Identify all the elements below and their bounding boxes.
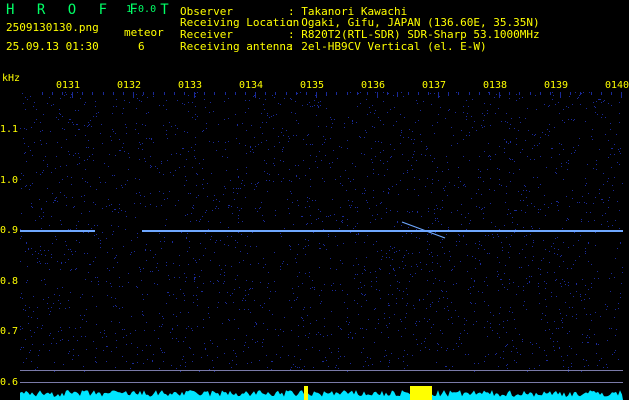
x-minor-tick: [458, 92, 459, 95]
y-tick-0.8: 0.8: [0, 275, 19, 287]
x-minor-tick: [296, 92, 297, 95]
x-minor-tick: [174, 92, 175, 95]
spectrogram-svg: [20, 92, 623, 400]
x-tick-0138: 0138: [483, 80, 508, 91]
x-minor-tick: [103, 92, 104, 95]
x-minor-tick: [316, 92, 317, 98]
x-minor-tick: [408, 92, 409, 95]
x-minor-tick: [560, 92, 561, 98]
x-minor-tick: [347, 92, 348, 95]
x-minor-tick: [113, 92, 114, 95]
x-tick-0136: 0136: [361, 80, 386, 91]
y-tick-1.1: 1.1: [0, 124, 19, 135]
field-location-value: : Ogaki, Gifu, JAPAN (136.60E, 35.35N): [288, 16, 540, 29]
x-minor-tick: [235, 92, 236, 95]
x-tick-0135: 0135: [300, 80, 325, 91]
x-minor-tick: [397, 92, 398, 95]
field-receiver-value: : R820T2(RTL-SDR) SDR-Sharp 53.1000MHz: [288, 28, 540, 41]
x-minor-tick: [286, 92, 287, 95]
x-minor-tick: [265, 92, 266, 95]
x-tick-0134: 0134: [239, 80, 264, 91]
event-count: 6: [138, 40, 145, 53]
spectrogram: [20, 92, 623, 400]
x-minor-tick: [519, 92, 520, 95]
x-minor-tick: [550, 92, 551, 95]
y-tick-0.7: 0.7: [0, 326, 19, 337]
x-tick-0131: 0131: [56, 80, 81, 91]
x-minor-tick: [255, 92, 256, 98]
x-minor-tick: [489, 92, 490, 95]
meteor-spike: [428, 386, 432, 400]
x-minor-tick: [591, 92, 592, 95]
carrier-line-segment: [142, 230, 623, 232]
event-label: meteor: [124, 26, 164, 39]
x-minor-tick: [42, 92, 43, 95]
x-tick-0137: 0137: [422, 80, 447, 91]
carrier-line-segment: [20, 230, 95, 232]
meteor-spike: [304, 386, 308, 400]
x-minor-tick: [214, 92, 215, 95]
x-minor-tick: [143, 92, 144, 95]
x-minor-tick: [245, 92, 246, 95]
reference-line: [20, 370, 623, 371]
x-minor-tick: [184, 92, 185, 95]
x-minor-tick: [306, 92, 307, 95]
x-minor-tick: [570, 92, 571, 95]
x-minor-tick: [82, 92, 83, 95]
x-minor-tick: [621, 92, 622, 98]
x-minor-tick: [438, 92, 439, 98]
app-version: 1.0.0: [126, 4, 157, 15]
reference-line: [20, 382, 623, 383]
field-location-label: Receiving Location: [180, 16, 300, 29]
x-minor-tick: [499, 92, 500, 98]
x-tick-0140: 0140: [605, 80, 629, 91]
y-tick-0.6: 0.6: [0, 376, 19, 388]
x-minor-tick: [275, 92, 276, 95]
x-minor-tick: [377, 92, 378, 98]
field-receiver-label: Receiver: [180, 28, 233, 41]
meteor-spike: [422, 386, 428, 400]
x-minor-tick: [428, 92, 429, 95]
x-minor-tick: [204, 92, 205, 95]
x-minor-tick: [418, 92, 419, 95]
x-minor-tick: [509, 92, 510, 95]
x-minor-tick: [52, 92, 53, 95]
x-minor-tick: [469, 92, 470, 95]
filename: 2509130130.png: [6, 21, 99, 34]
y-tick-0.9: 0.9: [0, 225, 19, 236]
x-minor-tick: [133, 92, 134, 98]
x-minor-tick: [601, 92, 602, 95]
y-tick-1.0: 1.0: [0, 174, 19, 186]
field-antenna-value: : 2el-HB9CV Vertical (el. E-W): [288, 40, 487, 53]
x-tick-0139: 0139: [544, 80, 569, 91]
x-minor-tick: [367, 92, 368, 95]
x-minor-tick: [123, 92, 124, 95]
x-minor-tick: [530, 92, 531, 95]
x-minor-tick: [448, 92, 449, 95]
x-minor-tick: [387, 92, 388, 95]
x-minor-tick: [194, 92, 195, 98]
field-antenna-label: Receiving antenna: [180, 40, 293, 53]
x-minor-tick: [580, 92, 581, 95]
x-minor-tick: [326, 92, 327, 95]
y-axis-label: kHz: [2, 73, 21, 84]
x-minor-tick: [164, 92, 165, 95]
x-minor-tick: [479, 92, 480, 95]
signal-level-strip: [20, 390, 623, 400]
x-minor-tick: [153, 92, 154, 95]
datetime: 25.09.13 01:30: [6, 40, 99, 53]
x-minor-tick: [611, 92, 612, 95]
x-minor-tick: [62, 92, 63, 95]
x-minor-tick: [72, 92, 73, 98]
x-minor-tick: [540, 92, 541, 95]
x-minor-tick: [357, 92, 358, 95]
x-minor-tick: [336, 92, 337, 95]
x-minor-tick: [225, 92, 226, 95]
x-tick-0132: 0132: [117, 80, 142, 91]
x-minor-tick: [92, 92, 93, 95]
x-tick-0133: 0133: [178, 80, 203, 91]
